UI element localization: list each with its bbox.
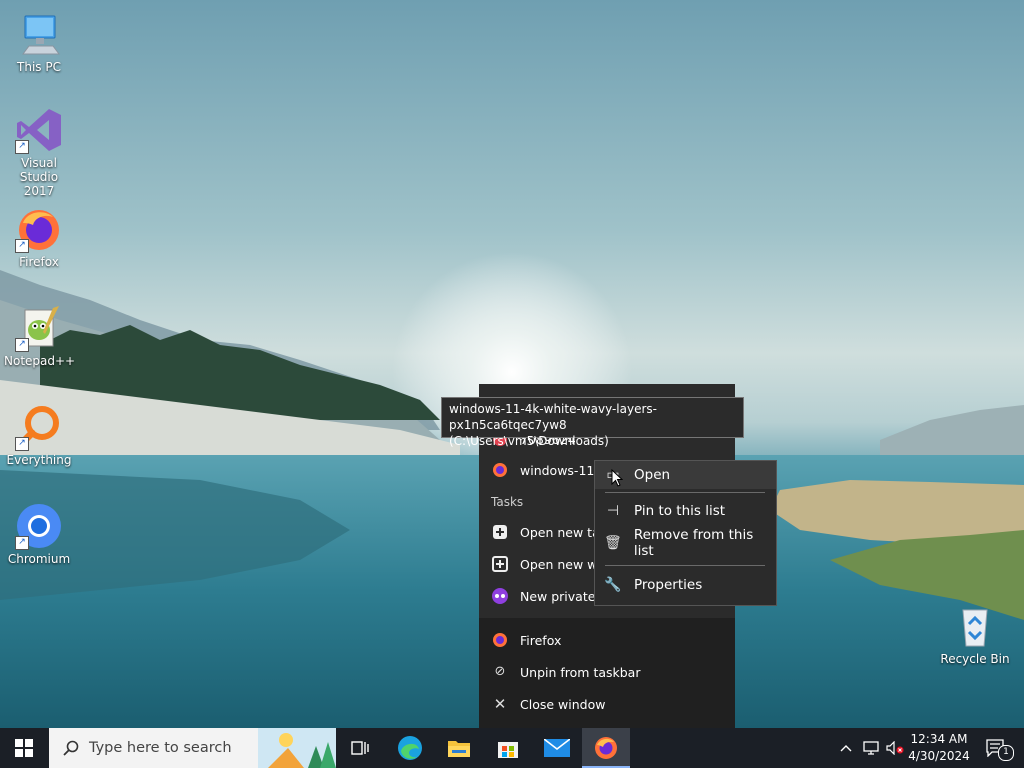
unpin-label: Unpin from taskbar bbox=[520, 664, 641, 680]
desktop-icon-label: This PC bbox=[17, 60, 61, 74]
firefox-icon bbox=[492, 632, 508, 648]
clock-time: 12:34 AM bbox=[910, 732, 968, 746]
shortcut-arrow-icon: ↗ bbox=[15, 140, 29, 154]
desktop-icon-notepadpp[interactable]: ↗ Notepad++ bbox=[4, 304, 76, 368]
taskbar-clock[interactable]: 12:34 AM 4/30/2024 bbox=[905, 731, 973, 765]
show-hidden-icons-button[interactable] bbox=[836, 728, 856, 768]
close-icon: ✕ bbox=[493, 695, 507, 713]
clock-date: 4/30/2024 bbox=[908, 749, 970, 763]
task-view-button[interactable] bbox=[336, 728, 384, 768]
new-tab-icon bbox=[492, 524, 508, 540]
notepadpp-icon: ↗ bbox=[15, 304, 63, 352]
notification-center-button[interactable]: 1 bbox=[978, 728, 1014, 768]
windows-logo-icon bbox=[15, 739, 33, 757]
shortcut-arrow-icon: ↗ bbox=[15, 536, 29, 550]
taskbar-firefox[interactable] bbox=[582, 728, 630, 768]
taskbar-microsoft-store[interactable] bbox=[484, 728, 532, 768]
start-button[interactable] bbox=[0, 728, 48, 768]
desktop-icon-this-pc[interactable]: This PC bbox=[4, 10, 74, 74]
search-icon bbox=[63, 740, 79, 756]
menu-label: Remove from this list bbox=[633, 527, 754, 559]
mail-icon bbox=[544, 739, 570, 757]
desktop-icon-label: Chromium bbox=[7, 552, 71, 566]
tasks-header: Tasks bbox=[491, 495, 524, 509]
shortcut-arrow-icon: ↗ bbox=[15, 338, 29, 352]
chevron-up-icon bbox=[840, 745, 852, 752]
desktop-icon-label: Notepad++ bbox=[4, 354, 76, 368]
visual-studio-icon: ↗ bbox=[15, 106, 63, 154]
store-icon bbox=[498, 742, 518, 758]
firefox-icon bbox=[492, 462, 508, 478]
taskbar-file-explorer[interactable] bbox=[435, 728, 483, 768]
desktop-icon-label: Everything bbox=[6, 453, 72, 467]
new-window-icon bbox=[492, 556, 508, 572]
edge-icon bbox=[398, 736, 422, 760]
shortcut-arrow-icon: ↗ bbox=[15, 239, 29, 253]
mouse-cursor-icon bbox=[611, 469, 623, 487]
folder-icon bbox=[448, 741, 470, 757]
trash-icon: 🗑 bbox=[604, 535, 622, 551]
shortcut-arrow-icon: ↗ bbox=[15, 437, 29, 451]
desktop-icon-label: Firefox bbox=[19, 255, 59, 269]
private-mask-icon bbox=[492, 588, 508, 604]
desktop-icon-everything[interactable]: ↗ Everything bbox=[4, 403, 74, 467]
app-firefox[interactable]: Firefox bbox=[479, 625, 735, 655]
recycle-bin-icon bbox=[951, 602, 999, 650]
computer-icon bbox=[15, 10, 63, 58]
menu-pin-to-list[interactable]: ⊣ Pin to this list bbox=[595, 497, 776, 525]
unpin-from-taskbar[interactable]: ⊘ Unpin from taskbar bbox=[479, 657, 735, 687]
volume-muted-icon bbox=[886, 741, 904, 755]
notification-count-badge: 1 bbox=[998, 745, 1014, 761]
firefox-icon bbox=[595, 737, 617, 759]
desktop-icon-visual-studio[interactable]: ↗ Visual Studio 2017 bbox=[4, 106, 74, 198]
magnifier-icon: ↗ bbox=[15, 403, 63, 451]
tooltip-path: (C:\Users\vm5\Downloads) bbox=[449, 434, 609, 448]
desktop-icon-firefox[interactable]: ↗ Firefox bbox=[4, 205, 74, 269]
app-label: Firefox bbox=[520, 632, 562, 648]
volume-button[interactable] bbox=[884, 728, 906, 768]
menu-label: Open bbox=[634, 467, 671, 483]
desktop-icon-recycle-bin[interactable]: Recycle Bin bbox=[940, 602, 1010, 666]
search-placeholder: Type here to search bbox=[89, 740, 232, 756]
network-icon bbox=[863, 741, 879, 755]
tooltip-filename: windows-11-4k-white-wavy-layers-px1n5ca6… bbox=[449, 402, 657, 432]
desktop-icon-label: Visual Studio 2017 bbox=[19, 156, 59, 198]
pin-icon: ⊣ bbox=[606, 503, 620, 519]
menu-separator bbox=[605, 565, 765, 566]
taskbar: Type here to search 12:34 AM 4/30/2024 1 bbox=[0, 728, 1024, 768]
recent-item-context-menu: ▭ Open ⊣ Pin to this list 🗑 Remove from … bbox=[594, 460, 777, 606]
desktop-icon-label: Recycle Bin bbox=[940, 652, 1010, 666]
close-label: Close window bbox=[520, 696, 606, 712]
file-path-tooltip: windows-11-4k-white-wavy-layers-px1n5ca6… bbox=[441, 397, 744, 448]
menu-label: Pin to this list bbox=[634, 503, 726, 519]
menu-separator bbox=[605, 492, 765, 493]
taskbar-mail[interactable] bbox=[533, 728, 581, 768]
taskbar-search-box[interactable]: Type here to search bbox=[49, 728, 336, 768]
chromium-icon: ↗ bbox=[15, 502, 63, 550]
menu-label: Properties bbox=[634, 577, 703, 593]
search-highlight-illustration bbox=[258, 728, 336, 768]
wrench-icon: 🔧 bbox=[604, 577, 622, 593]
task-view-icon bbox=[351, 741, 369, 755]
firefox-icon: ↗ bbox=[15, 205, 63, 253]
unpin-icon: ⊘ bbox=[494, 664, 506, 679]
jump-list-pinned-section: Firefox ⊘ Unpin from taskbar ✕ Close win… bbox=[479, 618, 735, 728]
close-window[interactable]: ✕ Close window bbox=[479, 689, 735, 719]
desktop-icon-chromium[interactable]: ↗ Chromium bbox=[4, 502, 74, 566]
menu-remove-from-list[interactable]: 🗑 Remove from this list bbox=[595, 527, 776, 559]
network-button[interactable] bbox=[860, 728, 882, 768]
menu-properties[interactable]: 🔧 Properties bbox=[595, 571, 776, 599]
taskbar-edge[interactable] bbox=[386, 728, 434, 768]
